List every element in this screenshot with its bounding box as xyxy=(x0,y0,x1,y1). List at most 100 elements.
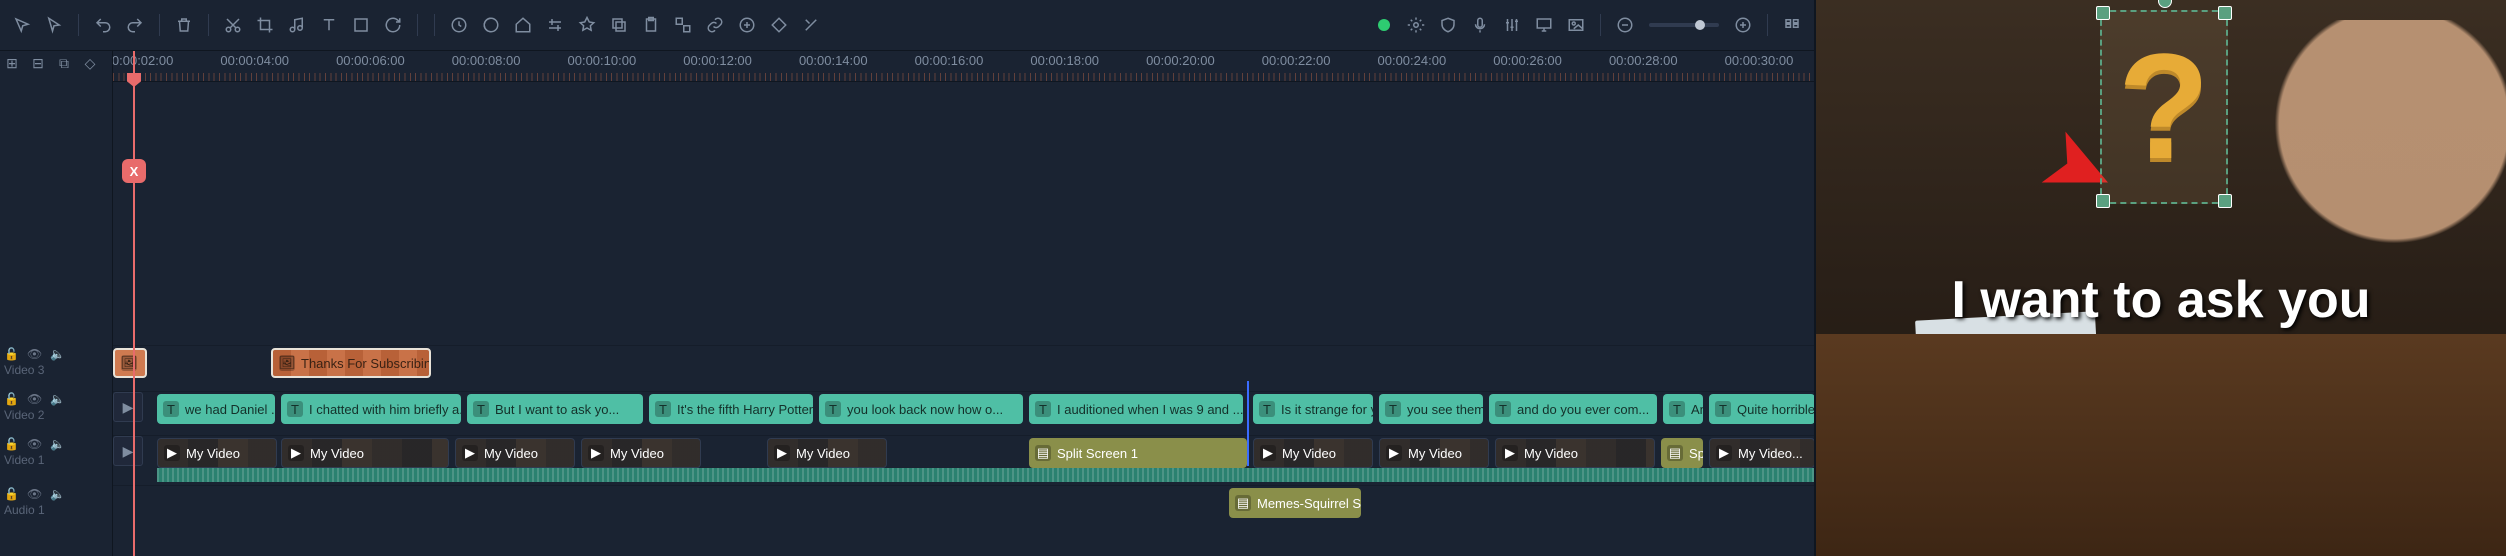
video-clip-clip[interactable]: ▶My Video xyxy=(581,438,701,468)
timeline-tracks[interactable]: 00:00:02:0000:00:04:0000:00:06:0000:00:0… xyxy=(113,51,1814,556)
text-icon[interactable] xyxy=(315,11,343,39)
selection-handle-rotate[interactable] xyxy=(2158,0,2172,8)
text-clip-clip[interactable]: TAn... xyxy=(1663,394,1703,424)
video-clip-clip[interactable]: ▶My Video xyxy=(455,438,575,468)
view-options-icon[interactable] xyxy=(1778,11,1806,39)
record-icon[interactable] xyxy=(1370,11,1398,39)
link-toggle-icon[interactable]: ⧉ xyxy=(56,55,72,71)
playhead-marker[interactable]: X xyxy=(122,159,146,183)
ruler-tick: 00:00:18:00 xyxy=(1030,53,1099,68)
clip-label: and do you ever com... xyxy=(1517,402,1649,417)
text-clip-clip[interactable]: TI chatted with him briefly a... xyxy=(281,394,461,424)
mixer-icon[interactable] xyxy=(1498,11,1526,39)
text-clip-clip[interactable]: Tand do you ever com... xyxy=(1489,394,1657,424)
text-clip-clip[interactable]: TIs it strange for you b... xyxy=(1253,394,1373,424)
speed-icon[interactable] xyxy=(445,11,473,39)
track-header[interactable]: 🔓👁🔈Audio 1 xyxy=(0,481,116,523)
track-header[interactable]: 🔓👁🔈Video 3 xyxy=(0,341,116,383)
track-mute-icon[interactable]: 🔈 xyxy=(50,347,65,361)
text-clip-clip[interactable]: TQuite horrible t... xyxy=(1709,394,1814,424)
clip-label: you see them ... xyxy=(1407,402,1483,417)
selection-handle-ne[interactable] xyxy=(2218,6,2232,20)
zoom-slider[interactable] xyxy=(1649,23,1719,27)
audio-edit-icon[interactable] xyxy=(283,11,311,39)
track-mute-icon[interactable]: 🔈 xyxy=(50,487,65,501)
selection-handle-se[interactable] xyxy=(2218,194,2232,208)
track-lock-icon[interactable]: 🔓 xyxy=(4,487,19,501)
orange-big-clip[interactable]: 🖼Thanks For Subscribing... xyxy=(271,348,431,378)
selection-box[interactable] xyxy=(2100,10,2228,204)
magnet-icon[interactable]: ⊟ xyxy=(30,55,46,71)
video-clip-clip[interactable]: ▶My Video xyxy=(1253,438,1373,468)
clip-label: I chatted with him briefly a... xyxy=(309,402,461,417)
adjust-icon[interactable] xyxy=(541,11,569,39)
video-clip-clip[interactable]: ▶My Video xyxy=(767,438,887,468)
track-header[interactable]: 🔓👁🔈Video 2 xyxy=(0,386,116,428)
settings-icon[interactable] xyxy=(1402,11,1430,39)
track-visible-icon[interactable]: 👁 xyxy=(27,392,42,406)
clip-label: It's the fifth Harry Potter ... xyxy=(677,402,813,417)
marker-add-icon[interactable] xyxy=(733,11,761,39)
track-lock-icon[interactable]: 🔓 xyxy=(4,392,19,406)
text-clip-clip[interactable]: TIt's the fifth Harry Potter ... xyxy=(649,394,813,424)
video-clip-clip[interactable]: ▶My Video xyxy=(281,438,449,468)
selection-handle-sw[interactable] xyxy=(2096,194,2110,208)
zoom-in-icon[interactable] xyxy=(1729,11,1757,39)
video-clip-clip[interactable]: ▶My Video xyxy=(1495,438,1655,468)
color-icon[interactable] xyxy=(477,11,505,39)
pointer-tool-icon[interactable] xyxy=(40,11,68,39)
playhead[interactable]: X xyxy=(133,51,135,556)
olive-clip[interactable]: ▤Split Screen 1 xyxy=(1029,438,1247,468)
effects-icon[interactable] xyxy=(573,11,601,39)
track-visible-icon[interactable]: 👁 xyxy=(27,487,42,501)
image-icon[interactable] xyxy=(1562,11,1590,39)
cut-edit-icon[interactable] xyxy=(797,11,825,39)
video-clip-clip[interactable]: ▶My Video... xyxy=(1709,438,1814,468)
track-type-icon[interactable]: ▶ xyxy=(113,392,143,422)
redo-icon[interactable] xyxy=(121,11,149,39)
text-clip-clip[interactable]: TBut I want to ask yo... xyxy=(467,394,643,424)
track-mute-icon[interactable]: 🔈 xyxy=(50,437,65,451)
crop-icon[interactable] xyxy=(251,11,279,39)
track-visible-icon[interactable]: 👁 xyxy=(27,437,42,451)
delete-icon[interactable] xyxy=(170,11,198,39)
mic-icon[interactable] xyxy=(1466,11,1494,39)
paste-icon[interactable] xyxy=(637,11,665,39)
text-clip-clip[interactable]: Tyou see them ... xyxy=(1379,394,1483,424)
frame-icon[interactable] xyxy=(347,11,375,39)
text-icon: T xyxy=(1035,401,1051,417)
video-clip-clip[interactable]: ▶My Video xyxy=(1379,438,1489,468)
zoom-out-icon[interactable] xyxy=(1611,11,1639,39)
track-lock-icon[interactable]: 🔓 xyxy=(4,437,19,451)
group-icon[interactable] xyxy=(669,11,697,39)
keyframe-icon[interactable] xyxy=(765,11,793,39)
undo-icon[interactable] xyxy=(89,11,117,39)
track-header[interactable]: 🔓👁🔈Video 1 xyxy=(0,431,116,473)
track-mute-icon[interactable]: 🔈 xyxy=(50,392,65,406)
copy-icon[interactable] xyxy=(605,11,633,39)
monitor-icon[interactable] xyxy=(1530,11,1558,39)
track-visible-icon[interactable]: 👁 xyxy=(27,347,42,361)
track-type-icon[interactable]: ▶ xyxy=(113,436,143,466)
rotate-icon[interactable] xyxy=(379,11,407,39)
video-clip-clip[interactable]: ▶My Video xyxy=(157,438,277,468)
select-tool-icon[interactable] xyxy=(8,11,36,39)
audio-waveform[interactable] xyxy=(157,468,1814,482)
tag-icon[interactable] xyxy=(509,11,537,39)
olive-clip[interactable]: ▤Memes-Squirrel S... xyxy=(1229,488,1361,518)
track-lock-icon[interactable]: 🔓 xyxy=(4,347,19,361)
cut-icon[interactable] xyxy=(219,11,247,39)
text-clip-clip[interactable]: Twe had Daniel ... xyxy=(157,394,275,424)
marker-list-icon[interactable]: ◇ xyxy=(82,55,98,71)
orange-clip[interactable]: 🖼 xyxy=(113,348,147,378)
text-clip-clip[interactable]: TI auditioned when I was 9 and ... xyxy=(1029,394,1243,424)
track-lane[interactable] xyxy=(113,485,1814,522)
olive-clip[interactable]: ▤Sp... xyxy=(1661,438,1703,468)
text-clip-clip[interactable]: Tyou look back now how o... xyxy=(819,394,1023,424)
selection-handle-nw[interactable] xyxy=(2096,6,2110,20)
timeline-ruler[interactable]: 00:00:02:0000:00:04:0000:00:06:0000:00:0… xyxy=(113,51,1814,82)
shield-icon[interactable] xyxy=(1434,11,1462,39)
link-icon[interactable] xyxy=(701,11,729,39)
snap-icon[interactable]: ⊞ xyxy=(4,55,20,71)
clip-label: My Video xyxy=(610,446,664,461)
